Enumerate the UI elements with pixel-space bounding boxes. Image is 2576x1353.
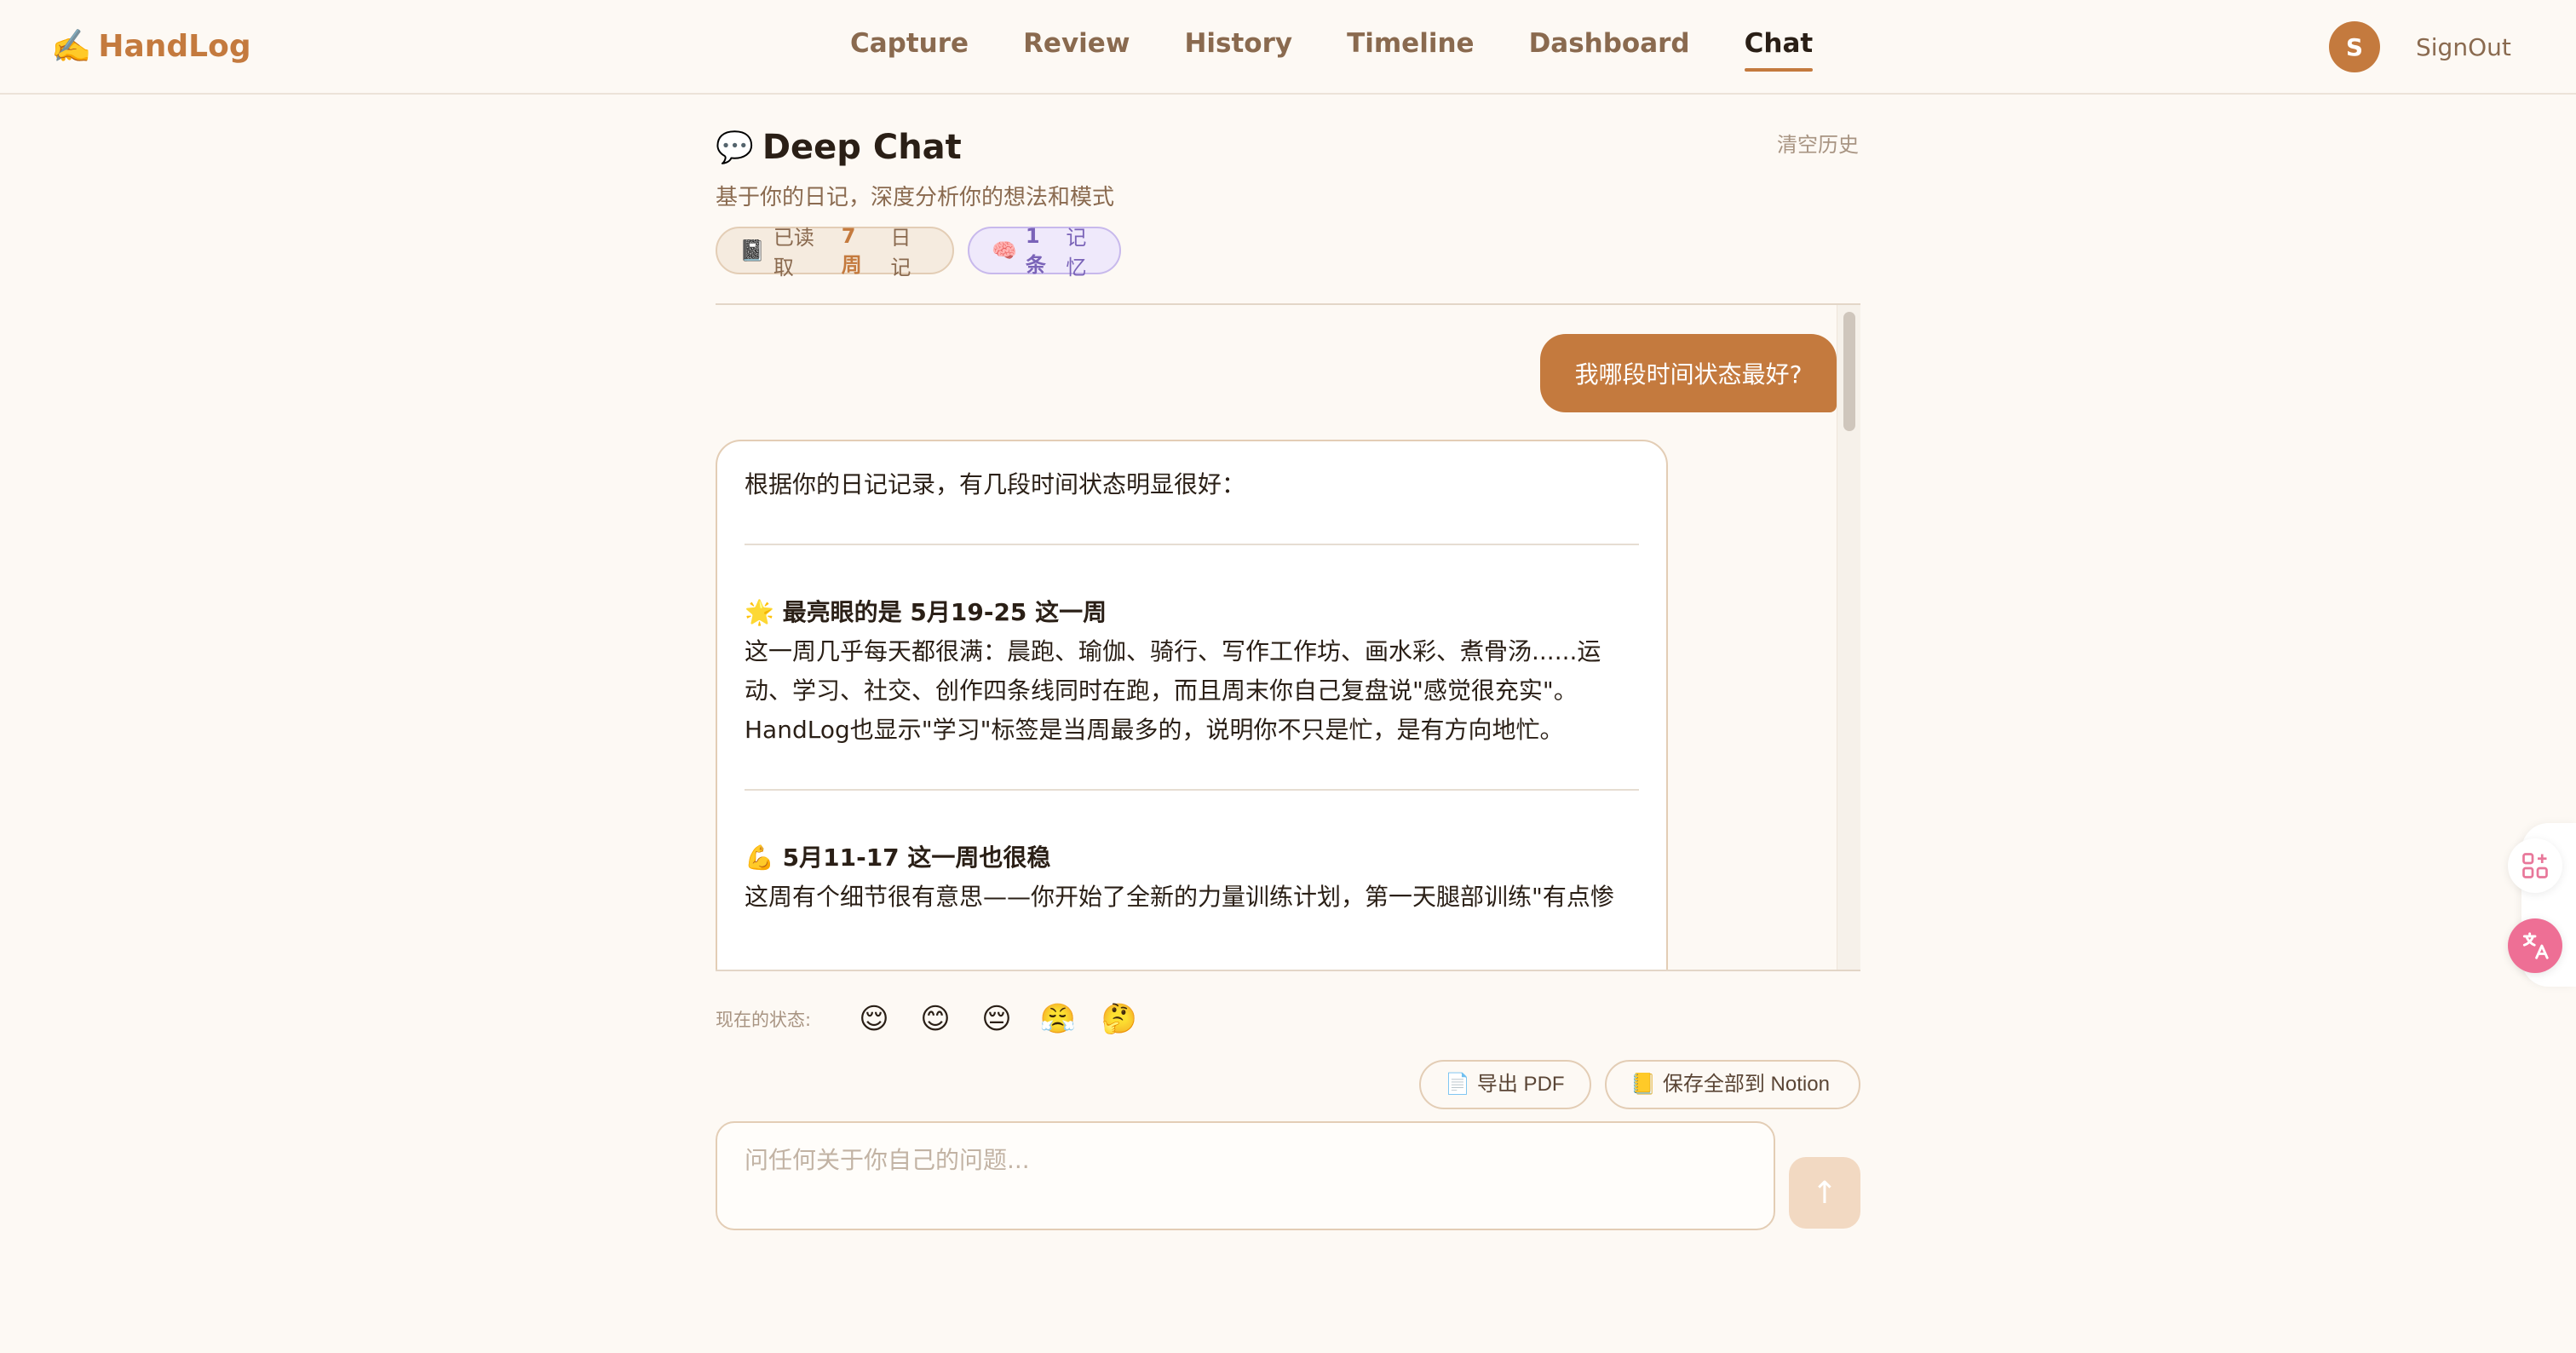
ledger-icon: 📒 (1630, 1073, 1656, 1096)
brand-name: HandLog (98, 28, 251, 64)
assistant-section-title: 💪 5月11-17 这一周也很稳 (745, 838, 1639, 878)
writing-hand-icon: ✍️ (51, 26, 92, 65)
diary-read-count: 7 周 (841, 223, 862, 277)
page-title: 💬 Deep Chat (716, 124, 962, 170)
page-subtitle: 基于你的日记，深度分析你的想法和模式 (716, 185, 1115, 210)
translate-icon[interactable] (2508, 918, 2562, 973)
memory-count: 1 条 (1025, 223, 1046, 277)
divider (745, 789, 1639, 791)
clear-history-button[interactable]: 清空历史 (1777, 130, 1859, 160)
assistant-paragraph-line: 这周有个细节很有意思——你开始了全新的力量训练计划，第一天腿部训练"有点惨 (745, 883, 1614, 911)
nav-chat[interactable]: Chat (1744, 24, 1813, 72)
mood-thinking-button[interactable]: 🤔 (1099, 999, 1140, 1039)
document-icon: 📄 (1445, 1073, 1470, 1096)
assistant-paragraph-line: 动、学习、社交、创作四条线同时在跑，而且周末你自己复盘说"感觉很充实"。 (745, 676, 1578, 705)
export-pdf-label: 导出 PDF (1476, 1073, 1565, 1096)
assistant-paragraph-line: 这一周几乎每天都很满：晨跑、瑜伽、骑行、写作工作坊、画水彩、煮骨汤......运 (745, 637, 1601, 665)
user-avatar[interactable]: S (2329, 21, 2380, 72)
speech-bubble-icon: 💬 (716, 130, 754, 165)
nav-timeline[interactable]: Timeline (1347, 24, 1474, 72)
assistant-message-bubble: 根据你的日记记录，有几段时间状态明显很好： 🌟 最亮眼的是 5月19-25 这一… (716, 440, 1668, 970)
assistant-section-title: 🌟 最亮眼的是 5月19-25 这一周 (745, 593, 1639, 632)
divider (745, 544, 1639, 545)
nav-dashboard[interactable]: Dashboard (1529, 24, 1690, 72)
brain-icon: 🧠 (992, 239, 1017, 262)
send-button[interactable]: ↑ (1789, 1157, 1860, 1229)
mood-happy-button[interactable]: 😊 (915, 999, 956, 1039)
diary-read-suffix: 日记 (890, 226, 911, 279)
chat-input[interactable] (716, 1121, 1775, 1230)
signout-link[interactable]: SignOut (2416, 31, 2511, 65)
notebook-icon: 📓 (739, 239, 765, 262)
export-pdf-button[interactable]: 📄 导出 PDF (1419, 1060, 1591, 1109)
star-icon: 🌟 (745, 598, 774, 626)
mood-relieved-button[interactable]: 😌 (854, 999, 894, 1039)
assistant-section-title-text: 最亮眼的是 5月19-25 这一周 (782, 598, 1107, 626)
mood-sad-button[interactable]: 😔 (976, 999, 1017, 1039)
save-to-notion-label: 保存全部到 Notion (1662, 1073, 1830, 1096)
diary-read-badge: 📓 已读取 7 周 日记 (716, 224, 954, 279)
arrow-up-icon: ↑ (1811, 1175, 1838, 1211)
assistant-section-title-text: 5月11-17 这一周也很稳 (782, 843, 1051, 872)
nav-history[interactable]: History (1184, 24, 1292, 72)
save-to-notion-button[interactable]: 📒 保存全部到 Notion (1605, 1060, 1860, 1109)
flexed-biceps-icon: 💪 (745, 843, 774, 872)
brand-logo[interactable]: ✍️ HandLog (51, 22, 251, 70)
main-nav: Capture Review History Timeline Dashboar… (850, 24, 1813, 72)
nav-capture[interactable]: Capture (850, 24, 969, 72)
mood-frustrated-button[interactable]: 😤 (1038, 999, 1078, 1039)
assistant-paragraph-line: HandLog也显示"学习"标签是当周最多的，说明你不只是忙，是有方向地忙。 (745, 716, 1564, 744)
chat-scrollbar[interactable] (1837, 305, 1860, 970)
assistant-intro: 根据你的日记记录，有几段时间状态明显很好： (745, 470, 1246, 498)
top-nav-bar: ✍️ HandLog Capture Review History Timeli… (0, 0, 2576, 95)
memory-suffix: 记忆 (1066, 226, 1087, 279)
page-title-text: Deep Chat (762, 128, 962, 167)
nav-review[interactable]: Review (1023, 24, 1130, 72)
chat-history[interactable]: 我哪段时间状态最好? 根据你的日记记录，有几段时间状态明显很好： 🌟 最亮眼的是… (716, 303, 1860, 971)
user-message-bubble: 我哪段时间状态最好? (1540, 334, 1837, 412)
apps-sparkle-icon[interactable] (2508, 838, 2562, 893)
diary-read-prefix: 已读取 (773, 226, 814, 279)
mood-label: 现在的状态: (716, 1010, 812, 1030)
chat-scrollbar-thumb[interactable] (1843, 312, 1855, 431)
memory-badge[interactable]: 🧠 1 条 记忆 (968, 224, 1121, 279)
